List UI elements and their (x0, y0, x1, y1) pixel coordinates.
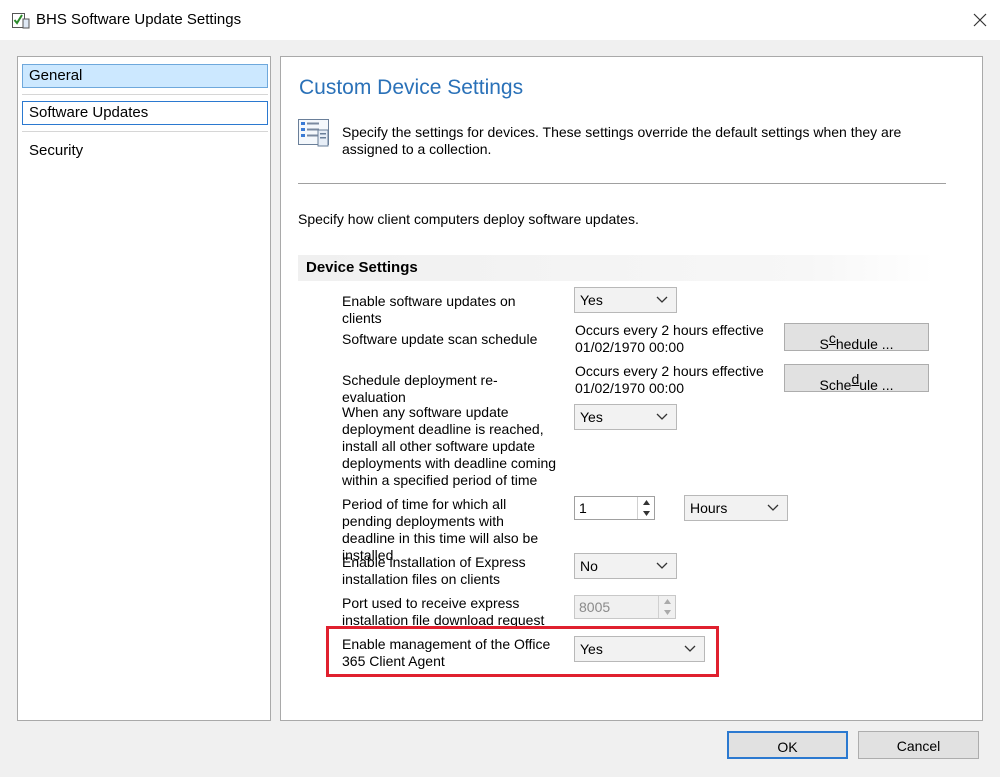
sidebar-item-software-updates[interactable]: Software Updates (22, 101, 268, 125)
deadline-install-dropdown[interactable]: Yes (574, 404, 677, 430)
schedule-line: Occurs every 2 hours effective (575, 322, 764, 338)
chevron-down-icon (656, 413, 668, 420)
chevron-down-icon (656, 562, 668, 569)
divider (22, 94, 268, 95)
settings-list-icon (297, 117, 331, 149)
reevaluation-schedule-text: Occurs every 2 hours effective 01/02/197… (575, 363, 775, 397)
cancel-button[interactable]: Cancel (858, 731, 979, 759)
express-label: Enable installation of Express installat… (342, 554, 526, 587)
scan-schedule-label: Software update scan schedule (342, 331, 538, 347)
close-button[interactable] (962, 6, 998, 34)
spinner-buttons (658, 596, 675, 618)
reevaluation-schedule-button[interactable]: Schedule ... (784, 364, 929, 393)
deadline-install-label: When any software update deployment dead… (342, 404, 557, 488)
caret-up-icon[interactable] (638, 497, 654, 508)
window-title: BHS Software Update Settings (36, 11, 242, 28)
close-icon (973, 13, 987, 27)
panel-description: Specify the settings for devices. These … (342, 124, 902, 157)
dropdown-value: Hours (690, 500, 728, 516)
spinner-value: 8005 (579, 599, 611, 615)
period-unit-dropdown[interactable]: Hours (684, 495, 788, 521)
caret-down-icon (659, 607, 675, 618)
group-header: Device Settings (298, 255, 935, 281)
dropdown-value: Yes (580, 409, 603, 425)
schedule-line: 01/02/1970 00:00 (575, 380, 684, 396)
divider (22, 131, 268, 132)
chevron-down-icon (767, 504, 779, 511)
port-label: Port used to receive express installatio… (342, 595, 545, 628)
enable-updates-dropdown[interactable]: Yes (574, 287, 677, 313)
settings-checklist-icon (11, 10, 31, 30)
period-amount-spinner[interactable]: 1 (574, 496, 655, 520)
highlight-annotation (326, 626, 719, 677)
spinner-buttons[interactable] (637, 497, 654, 519)
dropdown-value: No (580, 558, 598, 574)
ok-button[interactable]: OK (727, 731, 848, 759)
enable-updates-label: Enable software updates on clients (342, 293, 516, 326)
chevron-down-icon (656, 296, 668, 303)
schedule-line: 01/02/1970 00:00 (575, 339, 684, 355)
sidebar-nav: General Software Updates Security (17, 56, 271, 721)
port-spinner: 8005 (574, 595, 676, 619)
caret-up-icon (659, 596, 675, 607)
sidebar-item-security[interactable]: Security (22, 139, 268, 163)
dropdown-value: Yes (580, 292, 603, 308)
spinner-value: 1 (579, 500, 587, 516)
scan-schedule-button[interactable]: Schedule ... (784, 323, 929, 352)
page-title: Custom Device Settings (299, 76, 524, 99)
express-dropdown[interactable]: No (574, 553, 677, 579)
schedule-line: Occurs every 2 hours effective (575, 363, 764, 379)
reevaluation-label: Schedule deployment re-evaluation (342, 372, 498, 405)
divider (298, 183, 946, 184)
intro-text: Specify how client computers deploy soft… (298, 211, 639, 227)
title-bar: BHS Software Update Settings (0, 0, 1000, 40)
caret-down-icon[interactable] (638, 508, 654, 519)
scan-schedule-text: Occurs every 2 hours effective 01/02/197… (575, 322, 775, 356)
sidebar-item-general[interactable]: General (22, 64, 268, 88)
settings-panel: Custom Device Settings Specify the setti… (280, 56, 983, 721)
group-header-label: Device Settings (306, 259, 418, 276)
